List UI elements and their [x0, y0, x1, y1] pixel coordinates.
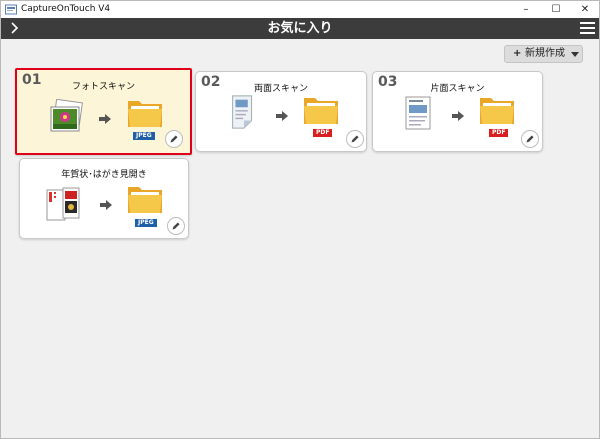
- job-name: 両面スキャン: [253, 84, 308, 94]
- hamburger-menu-icon[interactable]: [580, 21, 595, 35]
- format-badge: PDF: [489, 129, 509, 137]
- plus-icon: +: [513, 48, 522, 59]
- format-badge: JPEG: [133, 132, 155, 140]
- arrow-right-icon: [452, 111, 464, 121]
- folder-icon: [304, 98, 338, 124]
- single-document-icon: [405, 96, 431, 130]
- page-title: お気に入り: [267, 21, 333, 36]
- arrow-right-icon: [100, 200, 112, 210]
- format-badge: JPEG: [135, 219, 157, 227]
- arrow-right-icon: [276, 111, 288, 121]
- arrow-right-icon: [99, 114, 111, 124]
- job-name: フォトスキャン: [71, 82, 135, 92]
- maximize-button[interactable]: ☐: [542, 1, 570, 18]
- nav-bar: お気に入り: [1, 18, 599, 39]
- window-title: CaptureOnTouch V4: [21, 4, 111, 14]
- close-button[interactable]: ✕: [571, 1, 599, 18]
- folder-icon: [128, 187, 162, 213]
- photo-icon: [50, 99, 83, 132]
- new-create-button[interactable]: + 新規作成: [504, 45, 583, 63]
- title-bar: CaptureOnTouch V4 – ☐ ✕: [1, 1, 599, 18]
- pencil-icon[interactable]: [167, 217, 185, 235]
- duplex-document-icon: [232, 95, 253, 129]
- job-name: 年賀状･はがき見開き: [61, 170, 147, 180]
- app-icon: [5, 4, 17, 15]
- job-card-04[interactable]: 年賀状･はがき見開き JPEG: [19, 158, 189, 239]
- folder-icon: [128, 101, 162, 127]
- folder-icon: [480, 98, 514, 124]
- pencil-icon[interactable]: [346, 130, 364, 148]
- minimize-button[interactable]: –: [512, 1, 540, 18]
- app-window: CaptureOnTouch V4 – ☐ ✕ お気に入り + 新規作成 01 …: [0, 0, 600, 439]
- pencil-icon[interactable]: [521, 130, 539, 148]
- format-badge: PDF: [313, 129, 333, 137]
- job-card-01[interactable]: 01 フォトスキャン JPEG: [15, 68, 192, 155]
- job-card-03[interactable]: 03 片面スキャン PDF: [372, 71, 543, 152]
- postcard-icon: [46, 187, 80, 221]
- caret-down-icon: [571, 52, 579, 57]
- job-card-02[interactable]: 02 両面スキャン PDF: [195, 71, 367, 152]
- new-create-label: 新規作成: [525, 48, 565, 59]
- pencil-icon[interactable]: [165, 130, 183, 148]
- job-name: 片面スキャン: [430, 84, 485, 94]
